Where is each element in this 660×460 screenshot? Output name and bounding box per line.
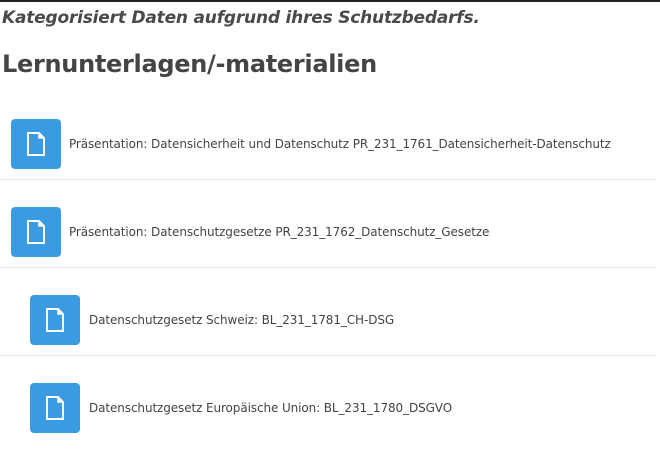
file-link-label: Präsentation: Datensicherheit und Datens…	[69, 137, 611, 151]
file-link-item[interactable]: Datenschutzgesetz Europäische Union: BL_…	[0, 356, 657, 444]
file-icon	[30, 383, 80, 433]
file-icon	[11, 119, 61, 169]
section-heading: Lernunterlagen/-materialien	[2, 50, 377, 78]
file-link-item[interactable]: Datenschutzgesetz Schweiz: BL_231_1781_C…	[0, 268, 657, 356]
section-subtitle: Kategorisiert Daten aufgrund ihres Schut…	[2, 8, 480, 28]
file-link-item[interactable]: Präsentation: Datensicherheit und Datens…	[0, 92, 657, 180]
file-link-label: Präsentation: Datenschutzgesetze PR_231_…	[69, 225, 490, 239]
file-link-label: Datenschutzgesetz Schweiz: BL_231_1781_C…	[89, 313, 395, 327]
file-link-label: Datenschutzgesetz Europäische Union: BL_…	[89, 401, 453, 415]
file-icon	[11, 207, 61, 257]
file-link-item[interactable]: Präsentation: Datenschutzgesetze PR_231_…	[0, 180, 657, 268]
top-border	[0, 0, 660, 2]
file-icon	[30, 295, 80, 345]
